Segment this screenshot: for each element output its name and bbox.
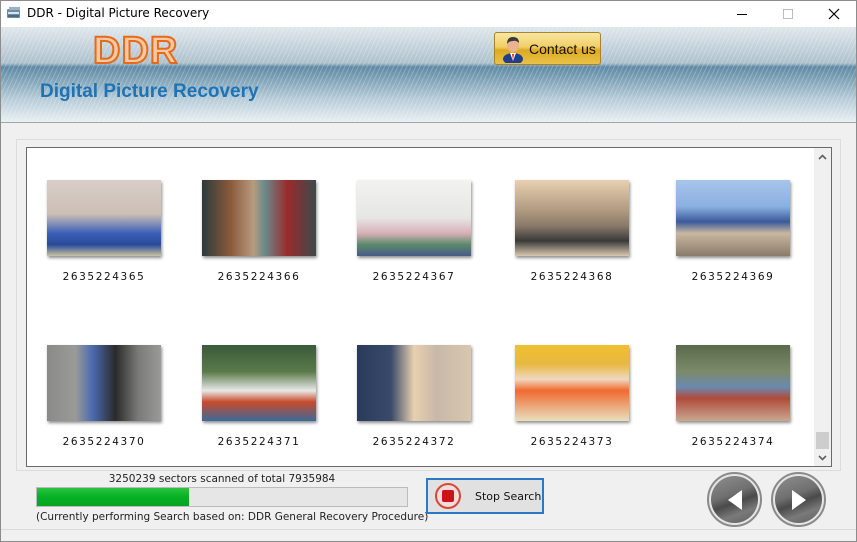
photo-label: 2635224366 — [217, 271, 301, 283]
arrow-left-icon — [727, 489, 742, 510]
photo-thumbnail[interactable] — [676, 180, 790, 256]
person-icon — [503, 36, 523, 63]
chevron-up-icon — [818, 153, 827, 160]
photo-thumbnail[interactable] — [357, 180, 471, 256]
photo-label: 2635224370 — [62, 436, 146, 448]
photo-thumbnail[interactable] — [47, 345, 161, 421]
photo-thumbnail[interactable] — [47, 180, 161, 256]
previous-button-face — [711, 476, 758, 523]
photo-label: 2635224368 — [530, 271, 614, 283]
scroll-up-button[interactable] — [814, 148, 831, 165]
scan-status: 3250239 sectors scanned of total 7935984 — [108, 473, 336, 485]
stop-search-label: Stop Search — [475, 489, 542, 503]
contact-us-label: Contact us — [529, 40, 596, 57]
next-button[interactable] — [771, 472, 826, 527]
progress-fill — [37, 488, 189, 506]
scroll-thumb[interactable] — [816, 432, 829, 449]
photo-label: 2635224369 — [691, 271, 775, 283]
minimize-icon — [737, 13, 747, 15]
recovered-photos-gallery: 2635224365 2635224366 2635224367 2635224368… — [26, 147, 832, 467]
photo-label: 2635224373 — [530, 436, 614, 448]
photo-label: 2635224371 — [217, 436, 301, 448]
close-icon — [828, 8, 840, 20]
stop-icon — [435, 483, 461, 509]
product-subtitle: Digital Picture Recovery — [40, 81, 259, 102]
photo-label: 2635224367 — [372, 271, 456, 283]
photo-label: 2635224365 — [62, 271, 146, 283]
photo-thumbnail[interactable] — [676, 345, 790, 421]
maximize-button[interactable] — [765, 1, 811, 27]
header-banner: DDR Digital Picture Recovery Contact us — [1, 27, 856, 123]
photo-thumbnail[interactable] — [357, 345, 471, 421]
close-button[interactable] — [811, 1, 857, 27]
photo-thumbnail[interactable] — [202, 345, 316, 421]
photo-thumbnail[interactable] — [515, 180, 629, 256]
scan-progress-bar — [36, 487, 408, 507]
vertical-scrollbar[interactable] — [814, 148, 831, 466]
scroll-down-button[interactable] — [814, 449, 831, 466]
title-bar: DDR - Digital Picture Recovery — [1, 1, 856, 27]
ddr-logo: DDR — [92, 29, 179, 73]
contact-us-button[interactable]: Contact us — [494, 32, 601, 65]
window-title: DDR - Digital Picture Recovery — [27, 6, 210, 20]
stop-search-button[interactable]: Stop Search — [426, 478, 544, 514]
app-window: DDR - Digital Picture Recovery DDR Digit… — [0, 0, 857, 542]
photo-thumbnail[interactable] — [202, 180, 316, 256]
photo-label: 2635224372 — [372, 436, 456, 448]
minimize-button[interactable] — [719, 1, 765, 27]
chevron-down-icon — [818, 454, 827, 461]
photo-label: 2635224374 — [691, 436, 775, 448]
arrow-right-icon — [791, 489, 806, 510]
bottom-divider — [1, 529, 856, 530]
previous-button[interactable] — [707, 472, 762, 527]
app-icon — [7, 7, 20, 18]
procedure-text: (Currently performing Search based on: D… — [36, 511, 429, 523]
photo-thumbnail[interactable] — [515, 345, 629, 421]
maximize-icon — [783, 9, 793, 19]
next-button-face — [775, 476, 822, 523]
